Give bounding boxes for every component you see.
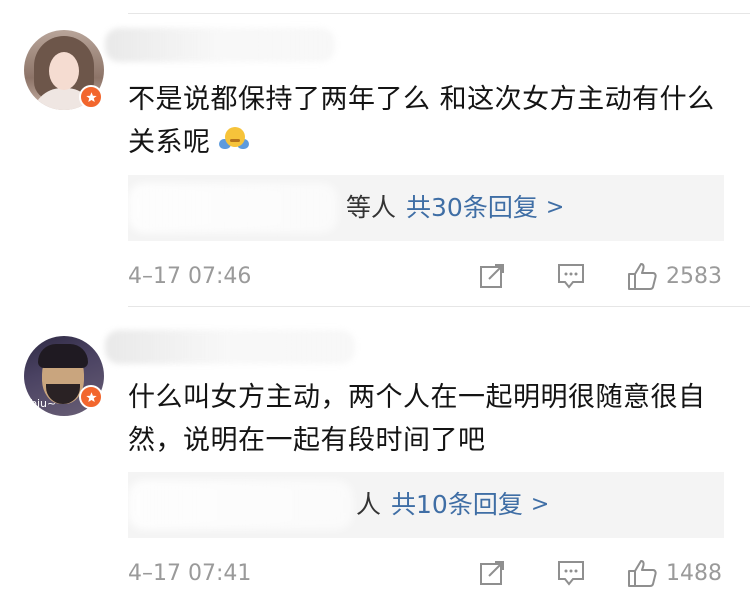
avatar-tag: biu~ xyxy=(30,397,57,410)
username-redacted xyxy=(105,330,355,364)
comment-button[interactable] xyxy=(556,262,586,290)
like-count: 2583 xyxy=(666,263,722,289)
timestamp: 4–17 07:41 xyxy=(128,560,252,586)
repost-icon xyxy=(478,262,506,290)
comment-icon xyxy=(556,559,586,587)
like-button[interactable]: 1488 xyxy=(626,558,722,588)
comment-meta: 4–17 07:41 1488 xyxy=(128,557,722,589)
like-button[interactable]: 2583 xyxy=(626,261,722,291)
comment-text: 什么叫女方主动，两个人在一起明明很随意很自然，说明在一起有段时间了吧 xyxy=(128,382,706,456)
repost-icon xyxy=(478,559,506,587)
view-replies-link[interactable]: 共30条回复 xyxy=(406,190,538,226)
comment-button[interactable] xyxy=(556,559,586,587)
comment-text: 不是说都保持了两年了么 和这次女方主动有什么关系呢 xyxy=(128,84,715,158)
timestamp: 4–17 07:46 xyxy=(128,263,252,289)
like-icon xyxy=(626,558,658,588)
verified-badge-icon xyxy=(79,85,103,109)
comment-icon xyxy=(556,262,586,290)
repost-button[interactable] xyxy=(478,559,506,587)
comment-item: biu~ 什么叫女方主动，两个人在一起明明很随意很自然，说明在一起有段时间了吧 … xyxy=(0,306,750,606)
comment-meta: 4–17 07:46 2583 xyxy=(128,260,722,292)
replies-preview[interactable]: 等人 共30条回复 > xyxy=(128,175,724,241)
repost-button[interactable] xyxy=(478,262,506,290)
reply-usernames-redacted xyxy=(128,183,338,233)
replies-prefix: 等人 xyxy=(346,193,397,222)
replies-preview[interactable]: 人 共10条回复 > xyxy=(128,472,724,538)
replies-prefix: 人 xyxy=(356,490,382,519)
chevron-right-icon: > xyxy=(530,492,550,517)
reply-usernames-redacted xyxy=(128,480,353,530)
view-replies-link[interactable]: 共10条回复 xyxy=(391,487,523,523)
comment-item: 不是说都保持了两年了么 和这次女方主动有什么关系呢 等人 共30条回复 > 4–… xyxy=(0,0,750,306)
like-count: 1488 xyxy=(666,560,722,586)
verified-badge-icon xyxy=(79,385,103,409)
username-redacted xyxy=(105,28,335,62)
shrug-emoji-icon xyxy=(218,125,249,155)
chevron-right-icon: > xyxy=(545,195,565,220)
like-icon xyxy=(626,261,658,291)
